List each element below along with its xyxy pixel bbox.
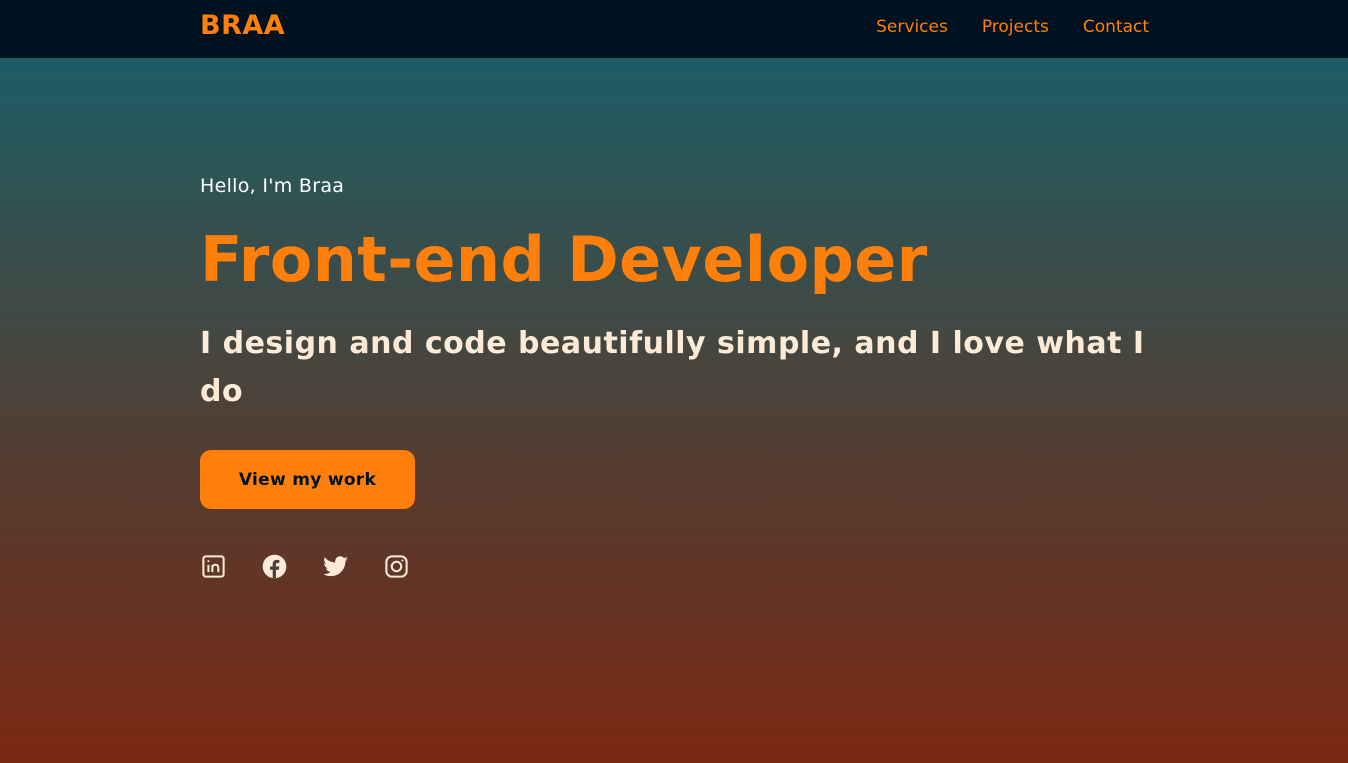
site-logo[interactable]: BRAA [200,10,285,42]
nav-link-contact[interactable]: Contact [1083,16,1149,38]
social-links [199,554,410,582]
hero-tagline: I design and code beautifully simple, an… [200,326,1145,409]
hero-title: Front-end Developer [200,223,928,296]
facebook-link[interactable] [260,554,288,582]
instagram-link[interactable] [382,554,410,582]
hero-section: Hello, I'm Braa Front-end Developer I de… [200,172,1150,416]
facebook-icon [261,553,288,584]
instagram-icon [383,553,410,584]
nav-link-projects[interactable]: Projects [982,16,1049,38]
twitter-icon [322,553,349,584]
top-navigation-bar: BRAA Services Projects Contact [0,0,1348,58]
nav-link-services[interactable]: Services [876,16,948,38]
linkedin-icon [200,553,227,584]
linkedin-link[interactable] [199,554,227,582]
view-my-work-button[interactable]: View my work [200,450,415,509]
hero-greeting: Hello, I'm Braa [200,175,345,197]
twitter-link[interactable] [321,554,349,582]
main-nav: Services Projects Contact [876,16,1149,38]
